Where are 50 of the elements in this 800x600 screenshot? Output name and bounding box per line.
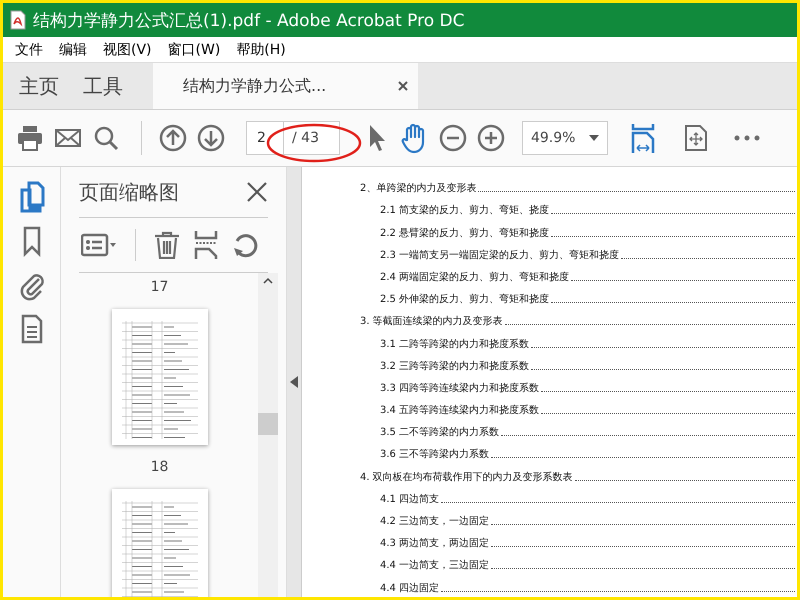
scrollbar[interactable] (258, 273, 278, 597)
nav-tab[interactable]: 工具 (71, 63, 135, 109)
zoom-in-icon[interactable] (476, 123, 506, 153)
close-icon[interactable] (398, 81, 408, 91)
toc-entry[interactable]: 2.4 两端固定梁的反力、剪力、弯矩和挠度 (360, 262, 797, 284)
toc-entry[interactable]: 3.3 四跨等跨连续梁内力和挠度系数 (360, 372, 797, 395)
menu-item[interactable]: 视图(V) (99, 40, 164, 58)
page-number-label: 17 (150, 279, 168, 295)
trash-icon[interactable] (154, 231, 180, 259)
extract-pages-icon[interactable] (194, 231, 218, 259)
toc-entry[interactable]: 4.4 一边简支，三边固定 (360, 550, 797, 572)
options-menu-icon[interactable] (81, 233, 117, 257)
toc-entry[interactable]: 2.2 悬臂梁的反力、剪力、弯矩和挠度 (360, 217, 797, 240)
rotate-icon[interactable] (232, 231, 260, 259)
toc-entry[interactable]: 3.5 二不等跨梁的内力系数 (360, 417, 797, 440)
toc-entry[interactable]: 2、单跨梁的内力及变形表 (360, 173, 797, 196)
toc-entry[interactable]: 4.2 三边简支，一边固定 (360, 506, 797, 528)
page-number-field[interactable]: 2 (246, 121, 284, 155)
menu-item[interactable]: 帮助(H) (232, 40, 298, 58)
toc-entry[interactable]: 3. 等截面连续梁的内力及变形表 (360, 306, 797, 328)
toc-entry[interactable]: 3.1 二跨等跨梁的内力和挠度系数 (360, 328, 797, 350)
arrow-up-icon[interactable] (158, 123, 188, 153)
toc-entry[interactable]: 2.1 简支梁的反力、剪力、弯矩、挠度 (360, 195, 797, 218)
zoom-dropdown[interactable]: 49.9% (522, 121, 608, 155)
menu-item[interactable]: 编辑 (55, 40, 99, 58)
toc-entry[interactable]: 3.6 三不等跨梁内力系数 (360, 439, 797, 462)
pdf-file-icon (9, 10, 27, 30)
menu-item[interactable]: 窗口(W) (164, 40, 232, 58)
arrow-down-icon[interactable] (196, 123, 226, 153)
toc-entry[interactable]: 4.1 四边简支 (360, 484, 797, 506)
zoom-out-icon[interactable] (438, 123, 468, 153)
toc-entry[interactable]: 3.2 三跨等跨梁的内力和挠度系数 (360, 350, 797, 373)
page-total: / 43 (284, 121, 340, 155)
scrollbar-thumb[interactable] (258, 413, 278, 435)
document-tab[interactable]: 结构力学静力公式... (153, 63, 418, 109)
page-number-label: 18 (150, 459, 168, 475)
toc-entry[interactable]: 4.4 四边固定 (360, 572, 797, 595)
collapse-icon[interactable] (290, 376, 298, 388)
toc-entry[interactable]: 2.5 外伸梁的反力、剪力、弯矩和挠度 (360, 284, 797, 306)
dropdown-caret-icon (588, 135, 599, 141)
toc-entry[interactable]: 4.3 两边简支，两边固定 (360, 528, 797, 550)
window-title: 结构力学静力公式汇总(1).pdf - Adobe Acrobat Pro DC (33, 10, 464, 32)
toc-entry[interactable]: 2.3 一端简支另一端固定梁的反力、剪力、弯矩和挠度 (360, 240, 797, 262)
menu-item[interactable]: 文件 (11, 40, 55, 58)
toc-entry[interactable]: 3.4 五跨等跨连续梁内力和挠度系数 (360, 394, 797, 418)
print-icon[interactable] (15, 123, 45, 153)
toc-entry[interactable]: 4. 双向板在均布荷载作用下的内力及变形系数表 (360, 461, 797, 484)
close-icon[interactable] (246, 181, 268, 203)
nav-tab[interactable]: 主页 (3, 63, 71, 109)
panel-title: 页面缩略图 (79, 178, 179, 206)
